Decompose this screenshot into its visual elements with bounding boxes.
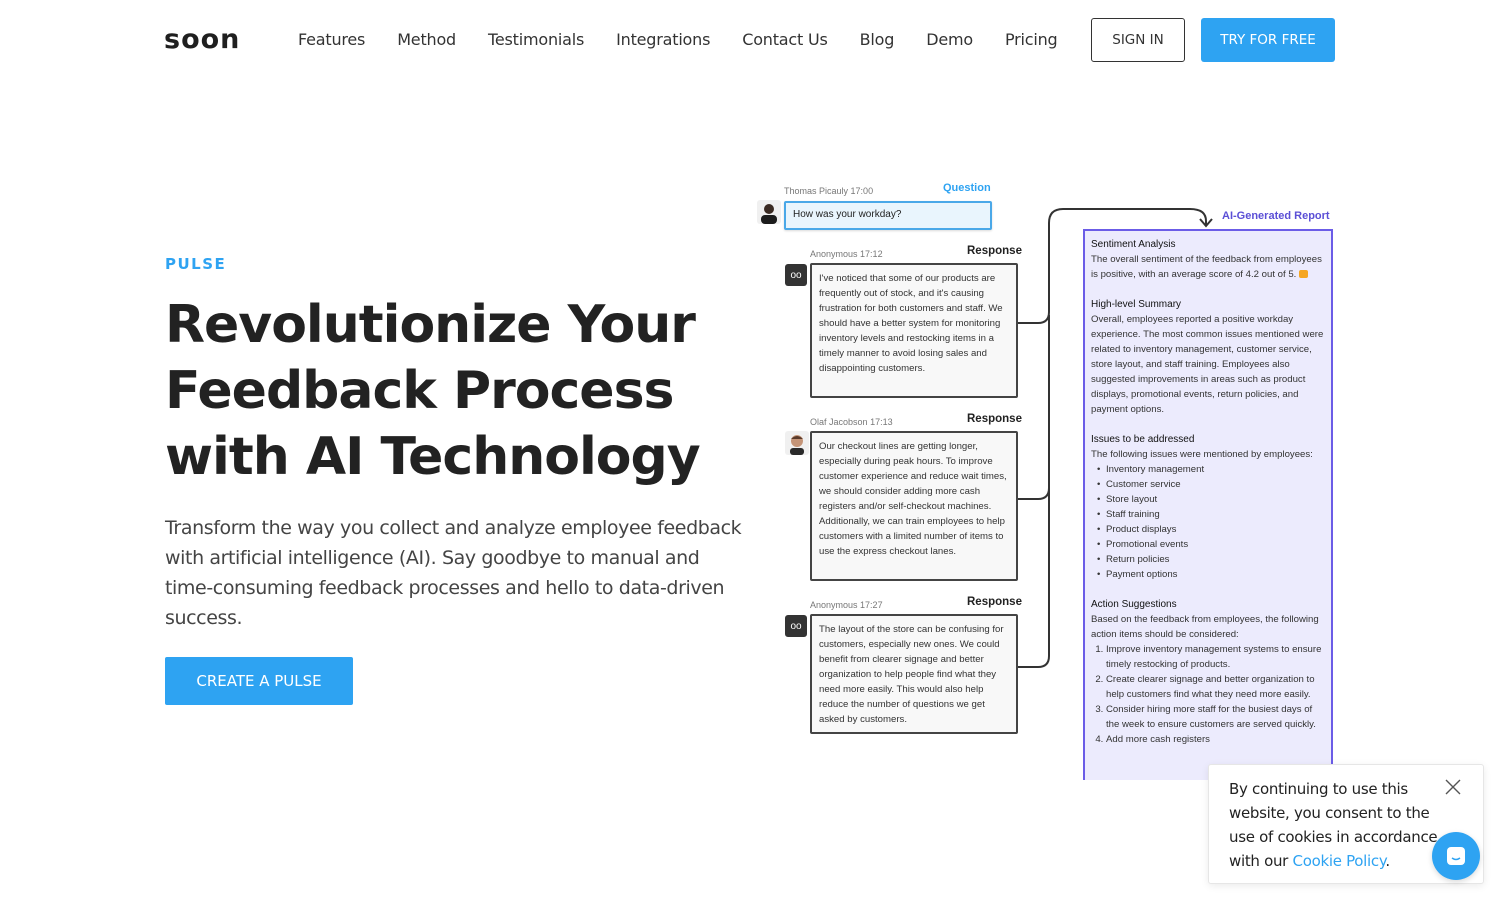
ai-report: Sentiment Analysis The overall sentiment… [1083, 229, 1333, 780]
try-for-free-button[interactable]: TRY FOR FREE [1201, 18, 1335, 62]
response-author: Anonymous [810, 249, 858, 259]
headline-line: with AI Technology [165, 427, 701, 487]
close-icon[interactable] [1443, 777, 1463, 797]
report-text: The following issues were mentioned by e… [1091, 449, 1313, 460]
issue-item: Product displays [1097, 522, 1325, 537]
connector-response-3 [1018, 475, 1050, 668]
issue-item: Inventory management [1097, 462, 1325, 477]
question-meta: Thomas Picauly 17:00 [784, 186, 873, 196]
response-time: 17:12 [860, 249, 883, 259]
response-meta: Anonymous 17:27 [810, 600, 883, 610]
chat-icon [1447, 847, 1465, 865]
nav-link-demo[interactable]: Demo [926, 28, 973, 52]
response-tag: Response [967, 596, 1022, 608]
response-box: I've noticed that some of our products a… [810, 263, 1018, 398]
question-author: Thomas Picauly [784, 186, 849, 196]
actions-list: Improve inventory management systems to … [1091, 642, 1325, 747]
nav-link-features[interactable]: Features [298, 28, 365, 52]
nav-links: Features Method Testimonials Integration… [298, 28, 1089, 52]
action-item: Consider hiring more staff for the busie… [1106, 702, 1325, 732]
headline-line: Feedback Process [165, 361, 674, 421]
issue-item: Payment options [1097, 567, 1325, 582]
question-time: 17:00 [850, 186, 874, 196]
hero-headline: Revolutionize Your Feedback Process with… [165, 292, 745, 490]
nav-link-method[interactable]: Method [397, 28, 456, 52]
action-item: Add more cash registers [1106, 732, 1325, 747]
nav-link-blog[interactable]: Blog [860, 28, 895, 52]
response-box: The layout of the store can be confusing… [810, 614, 1018, 734]
report-heading: Sentiment Analysis [1091, 239, 1176, 250]
avatar [757, 200, 781, 224]
response-author: Anonymous [810, 600, 858, 610]
anonymous-glasses-icon: oo [785, 615, 807, 637]
connector-response-2 [1018, 315, 1050, 500]
chat-launcher-button[interactable] [1432, 832, 1480, 880]
smile-emoji-icon [1299, 270, 1308, 279]
nav-link-contact-us[interactable]: Contact Us [742, 28, 828, 52]
report-heading: Issues to be addressed [1091, 434, 1195, 445]
user-avatar-icon [761, 204, 777, 224]
issue-item: Return policies [1097, 552, 1325, 567]
avatar [785, 431, 809, 455]
question-tag: Question [943, 182, 991, 194]
issue-item: Customer service [1097, 477, 1325, 492]
anonymous-glasses-icon: oo [785, 264, 807, 286]
action-item: Create clearer signage and better organi… [1106, 672, 1325, 702]
section-eyebrow: PULSE [165, 255, 227, 273]
response-meta: Olaf Jacobson 17:13 [810, 417, 893, 427]
report-label: AI-Generated Report [1222, 210, 1330, 222]
report-heading: Action Suggestions [1091, 599, 1177, 610]
response-author: Olaf Jacobson [810, 417, 868, 427]
issue-item: Store layout [1097, 492, 1325, 507]
issue-item: Promotional events [1097, 537, 1325, 552]
report-heading: High-level Summary [1091, 299, 1182, 310]
response-time: 17:13 [870, 417, 893, 427]
issues-list: Inventory management Customer service St… [1091, 462, 1325, 582]
nav-link-pricing[interactable]: Pricing [1005, 28, 1058, 52]
report-text: The overall sentiment of the feedback fr… [1091, 254, 1322, 280]
create-pulse-button[interactable]: CREATE A PULSE [165, 657, 353, 705]
hero-subhead: Transform the way you collect and analyz… [165, 517, 742, 629]
sign-in-button[interactable]: SIGN IN [1091, 18, 1185, 62]
nav-link-testimonials[interactable]: Testimonials [488, 28, 584, 52]
response-meta: Anonymous 17:12 [810, 249, 883, 259]
top-nav: soon Features Method Testimonials Integr… [0, 0, 1500, 80]
logo[interactable]: soon [164, 24, 240, 56]
feedback-illustration: Thomas Picauly 17:00 Question How was yo… [750, 175, 1350, 780]
response-tag: Response [967, 245, 1022, 257]
report-text: Based on the feedback from employees, th… [1091, 614, 1319, 640]
response-tag: Response [967, 413, 1022, 425]
cookie-policy-link[interactable]: Cookie Policy [1293, 852, 1386, 870]
action-item: Improve inventory management systems to … [1106, 642, 1325, 672]
headline-line: Revolutionize Your [165, 295, 696, 355]
nav-link-integrations[interactable]: Integrations [616, 28, 710, 52]
response-box: Our checkout lines are getting longer, e… [810, 431, 1018, 581]
cookie-text: By continuing to use this website, you c… [1229, 777, 1439, 873]
user-avatar-icon [790, 435, 804, 455]
cookie-suffix: . [1385, 852, 1390, 870]
report-text: Overall, employees reported a positive w… [1091, 314, 1324, 415]
response-time: 17:27 [860, 600, 883, 610]
question-box: How was your workday? [784, 201, 992, 230]
issue-item: Staff training [1097, 507, 1325, 522]
